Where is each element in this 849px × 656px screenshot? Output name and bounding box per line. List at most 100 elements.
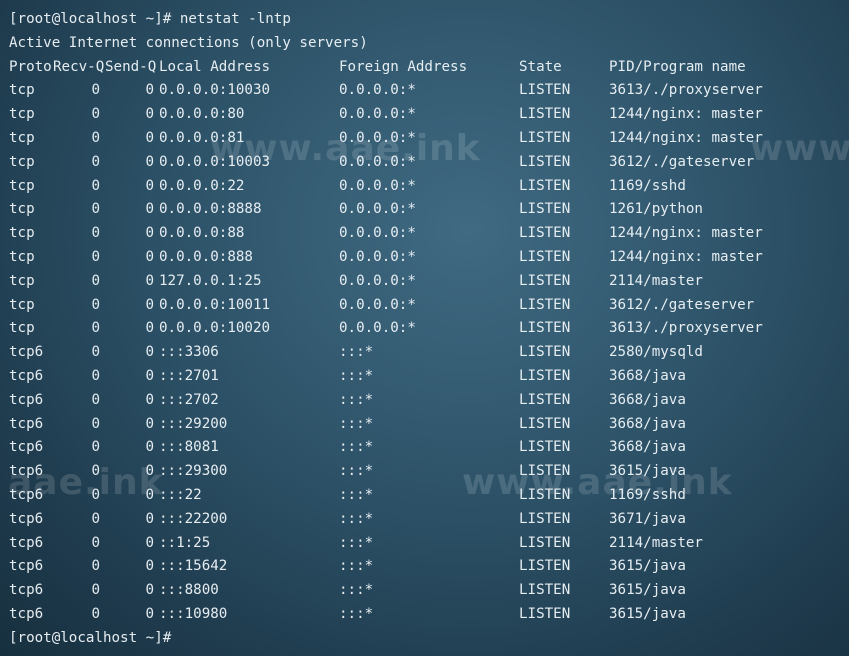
table-row: tcp 0 0 0.0.0.0:10011 0.0.0.0:* LISTEN 3612/./… xyxy=(9,294,845,318)
row-state: LISTEN xyxy=(519,201,571,218)
title-line: Active Internet connections (only server… xyxy=(9,34,368,51)
row-local-address: :::8081 xyxy=(159,439,219,456)
row-local-address: 0.0.0.0:22 xyxy=(159,177,245,194)
row-foreign-address: :::* xyxy=(339,463,374,480)
row-foreign-address: 0.0.0.0:* xyxy=(339,320,416,337)
row-pid-program: 1169/sshd xyxy=(609,486,686,503)
row-send-q: 0 xyxy=(145,106,154,123)
table-row: tcp6 0 0:::2702:::* LISTEN 3668/java xyxy=(9,389,845,413)
row-state: LISTEN xyxy=(519,248,571,265)
row-send-q: 0 xyxy=(145,463,154,480)
row-foreign-address: 0.0.0.0:* xyxy=(339,177,416,194)
table-row: tcp 0 0 0.0.0.0:8888 0.0.0.0:* LISTEN 1261/pyt… xyxy=(9,198,845,222)
row-recv-q: 0 xyxy=(91,129,100,146)
row-foreign-address: :::* xyxy=(339,582,374,599)
row-pid-program: 1169/sshd xyxy=(609,177,686,194)
row-state: LISTEN xyxy=(519,367,571,384)
row-recv-q: 0 xyxy=(91,510,100,527)
row-pid-program: 3668/java xyxy=(609,391,686,408)
row-pid-program: 3668/java xyxy=(609,415,686,432)
table-row: tcp6 0 0:::29200:::* LISTEN 3668/java xyxy=(9,413,845,437)
row-send-q: 0 xyxy=(145,439,154,456)
row-foreign-address: 0.0.0.0:* xyxy=(339,201,416,218)
row-proto: tcp xyxy=(9,82,35,99)
row-proto: tcp6 xyxy=(9,534,44,551)
terminal-output[interactable]: [root@localhost ~]# netstat -lntp Active… xyxy=(9,8,845,651)
row-recv-q: 0 xyxy=(91,582,100,599)
row-local-address: 0.0.0.0:10003 xyxy=(159,153,271,170)
table-row: tcp 0 0 0.0.0.0:10020 0.0.0.0:* LISTEN 3613/./… xyxy=(9,317,845,341)
row-proto: tcp6 xyxy=(9,367,44,384)
table-row: tcp 0 0 0.0.0.0:81 0.0.0.0:* LISTEN 1244/nginx… xyxy=(9,127,845,151)
row-local-address: 0.0.0.0:888 xyxy=(159,248,253,265)
row-proto: tcp6 xyxy=(9,510,44,527)
row-pid-program: 2114/master xyxy=(609,534,703,551)
row-send-q: 0 xyxy=(145,177,154,194)
row-proto: tcp xyxy=(9,129,35,146)
row-pid-program: 1244/nginx: master xyxy=(609,129,763,146)
row-local-address: :::2702 xyxy=(159,391,219,408)
row-foreign-address: :::* xyxy=(339,534,374,551)
row-proto: tcp xyxy=(9,153,35,170)
table-row: tcp6 0 0:::22200:::* LISTEN 3671/java xyxy=(9,508,845,532)
row-proto: tcp xyxy=(9,201,35,218)
table-row: tcp6 0 0:::8800:::* LISTEN 3615/java xyxy=(9,579,845,603)
row-send-q: 0 xyxy=(145,320,154,337)
row-state: LISTEN xyxy=(519,391,571,408)
table-row: tcp6 0 0:::29300:::* LISTEN 3615/java xyxy=(9,460,845,484)
row-recv-q: 0 xyxy=(91,486,100,503)
row-proto: tcp6 xyxy=(9,344,44,361)
row-state: LISTEN xyxy=(519,225,571,242)
row-send-q: 0 xyxy=(145,129,154,146)
row-send-q: 0 xyxy=(145,367,154,384)
row-recv-q: 0 xyxy=(91,272,100,289)
row-send-q: 0 xyxy=(145,391,154,408)
row-local-address: :::29200 xyxy=(159,415,228,432)
row-foreign-address: :::* xyxy=(339,415,374,432)
row-foreign-address: :::* xyxy=(339,605,374,622)
row-send-q: 0 xyxy=(145,248,154,265)
row-send-q: 0 xyxy=(145,605,154,622)
row-recv-q: 0 xyxy=(91,296,100,313)
row-recv-q: 0 xyxy=(91,177,100,194)
table-row: tcp6 0 0:::22:::* LISTEN 1169/sshd xyxy=(9,484,845,508)
row-pid-program: 1244/nginx: master xyxy=(609,106,763,123)
row-local-address: 0.0.0.0:10020 xyxy=(159,320,271,337)
header-send-q: Send-Q xyxy=(105,58,157,75)
row-foreign-address: 0.0.0.0:* xyxy=(339,296,416,313)
row-foreign-address: 0.0.0.0:* xyxy=(339,153,416,170)
row-state: LISTEN xyxy=(519,106,571,123)
row-foreign-address: 0.0.0.0:* xyxy=(339,248,416,265)
table-row: tcp 0 0 0.0.0.0:10003 0.0.0.0:* LISTEN 3612/./… xyxy=(9,151,845,175)
table-row: tcp6 0 0:::2701:::* LISTEN 3668/java xyxy=(9,365,845,389)
row-local-address: :::10980 xyxy=(159,605,228,622)
header-row: Proto Recv-Q Send-Q Local Address Foreig… xyxy=(9,56,845,80)
row-recv-q: 0 xyxy=(91,367,100,384)
final-prompt-line[interactable]: [root@localhost ~]# xyxy=(9,627,845,651)
row-proto: tcp xyxy=(9,106,35,123)
row-proto: tcp6 xyxy=(9,439,44,456)
row-local-address: :::22 xyxy=(159,486,202,503)
row-recv-q: 0 xyxy=(91,439,100,456)
header-proto: Proto xyxy=(9,58,52,75)
row-pid-program: 1244/nginx: master xyxy=(609,225,763,242)
row-local-address: :::15642 xyxy=(159,558,228,575)
row-foreign-address: :::* xyxy=(339,510,374,527)
row-state: LISTEN xyxy=(519,153,571,170)
row-foreign-address: 0.0.0.0:* xyxy=(339,272,416,289)
row-local-address: 0.0.0.0:81 xyxy=(159,129,245,146)
row-recv-q: 0 xyxy=(91,320,100,337)
row-recv-q: 0 xyxy=(91,415,100,432)
row-local-address: 0.0.0.0:10011 xyxy=(159,296,271,313)
row-send-q: 0 xyxy=(145,415,154,432)
row-pid-program: 3613/./proxyserver xyxy=(609,82,763,99)
header-pid-program: PID/Program name xyxy=(609,58,746,75)
row-foreign-address: 0.0.0.0:* xyxy=(339,225,416,242)
row-local-address: 127.0.0.1:25 xyxy=(159,272,262,289)
row-foreign-address: :::* xyxy=(339,367,374,384)
row-state: LISTEN xyxy=(519,129,571,146)
row-pid-program: 3671/java xyxy=(609,510,686,527)
row-local-address: :::22200 xyxy=(159,510,228,527)
row-proto: tcp6 xyxy=(9,463,44,480)
row-foreign-address: :::* xyxy=(339,439,374,456)
